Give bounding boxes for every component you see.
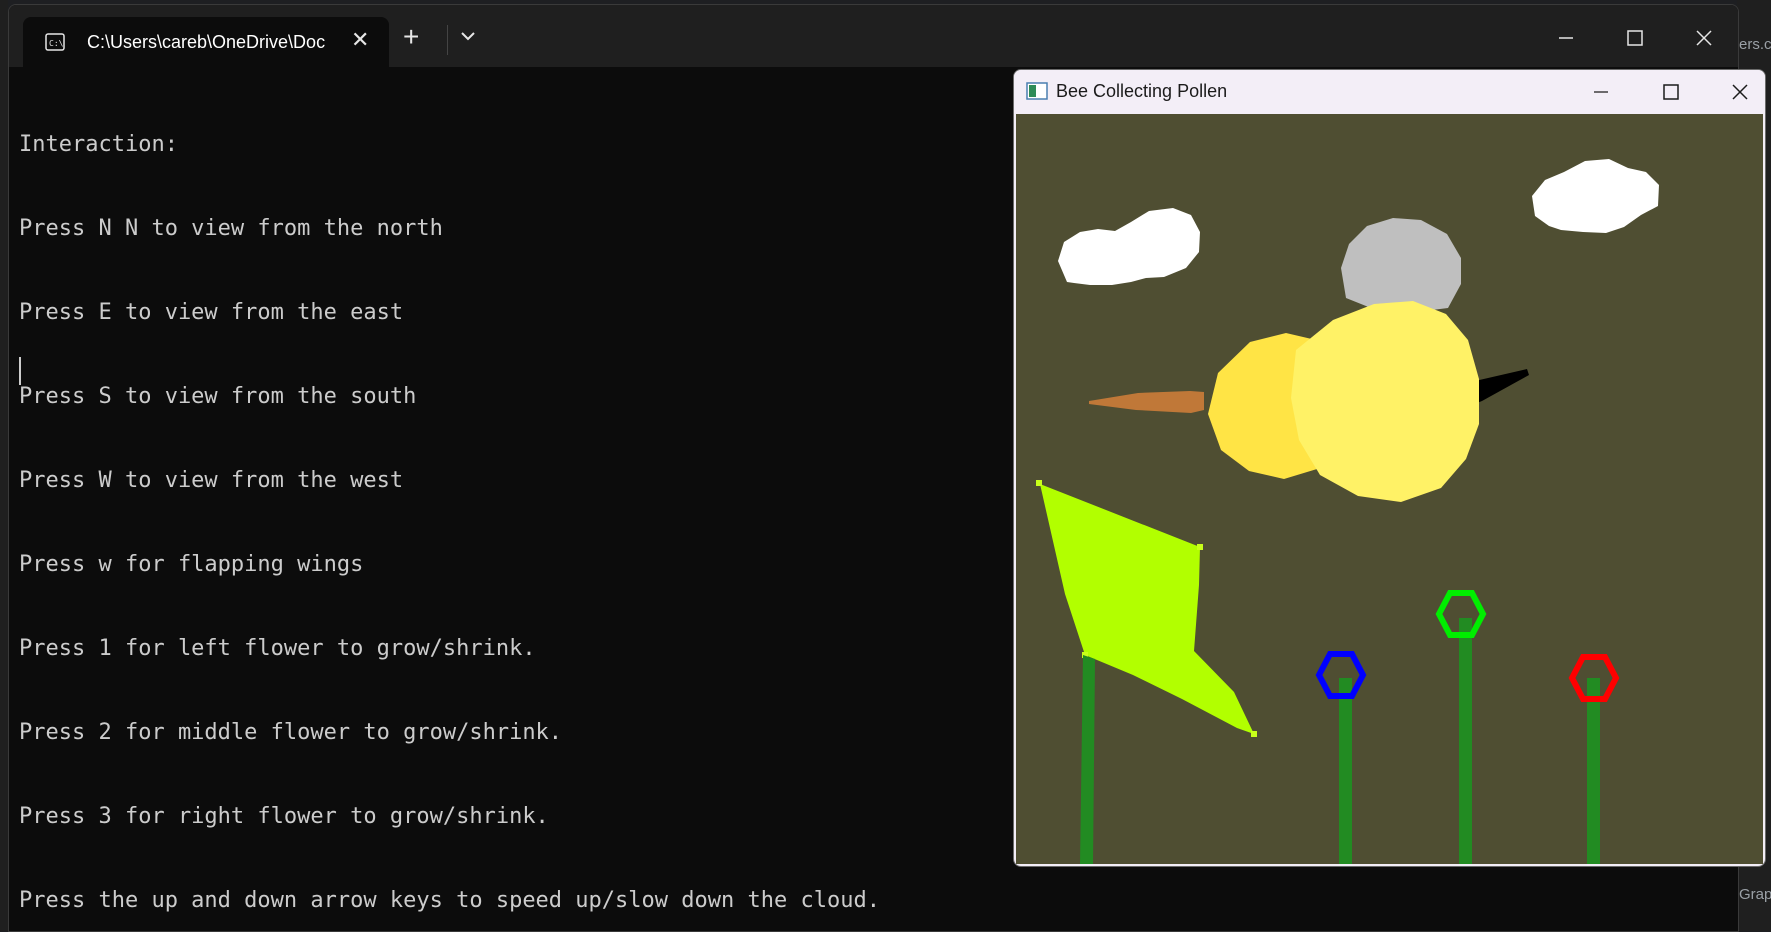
terminal-titlebar: C:\ C:\Users\careb\OneDrive\Doc ✕ + bbox=[9, 5, 1738, 67]
console-output[interactable]: Interaction: Press N N to view from the … bbox=[19, 75, 1019, 931]
svg-text:C:\: C:\ bbox=[49, 39, 64, 48]
maximize-button[interactable] bbox=[1620, 23, 1650, 53]
text-cursor bbox=[19, 357, 21, 385]
stem-red-flower bbox=[1587, 678, 1600, 864]
close-button[interactable] bbox=[1725, 78, 1755, 106]
stem-green-flower bbox=[1459, 618, 1472, 864]
background-window-left-edge bbox=[0, 0, 8, 931]
close-button[interactable] bbox=[1689, 23, 1719, 53]
close-tab-button[interactable]: ✕ bbox=[351, 29, 369, 51]
console-line: Press 2 for middle flower to grow/shrink… bbox=[19, 720, 563, 745]
console-line: Press the up and down arrow keys to spee… bbox=[19, 888, 880, 913]
minimize-button[interactable] bbox=[1586, 78, 1616, 106]
new-tab-button[interactable]: + bbox=[403, 23, 419, 51]
opengl-window: Bee Collecting Pollen bbox=[1013, 69, 1766, 867]
opengl-titlebar[interactable]: Bee Collecting Pollen bbox=[1014, 70, 1765, 114]
maximize-button[interactable] bbox=[1656, 78, 1686, 106]
background-text-fragment: Grap bbox=[1739, 886, 1771, 903]
console-line: Press S to view from the south bbox=[19, 384, 417, 409]
divider bbox=[447, 25, 448, 55]
console-line: Press E to view from the east bbox=[19, 300, 404, 325]
stem-blue-flower bbox=[1339, 678, 1352, 864]
background-text-fragment: ers.c bbox=[1739, 36, 1771, 53]
terminal-tab[interactable]: C:\ C:\Users\careb\OneDrive\Doc ✕ bbox=[23, 17, 389, 67]
tab-title: C:\Users\careb\OneDrive\Doc bbox=[87, 32, 326, 52]
console-line: Press N N to view from the north bbox=[19, 216, 443, 241]
render-canvas[interactable] bbox=[1016, 114, 1763, 864]
window-title: Bee Collecting Pollen bbox=[1056, 81, 1228, 101]
console-line: Press 1 for left flower to grow/shrink. bbox=[19, 636, 536, 661]
chevron-down-icon[interactable] bbox=[457, 25, 479, 47]
console-line: Press w for flapping wings bbox=[19, 552, 364, 577]
app-icon bbox=[1026, 82, 1048, 100]
console-line: Press 3 for right flower to grow/shrink. bbox=[19, 804, 549, 829]
console-line: Interaction: bbox=[19, 132, 178, 157]
console-line: Press W to view from the west bbox=[19, 468, 404, 493]
minimize-button[interactable] bbox=[1551, 23, 1581, 53]
console-icon: C:\ bbox=[45, 33, 65, 51]
